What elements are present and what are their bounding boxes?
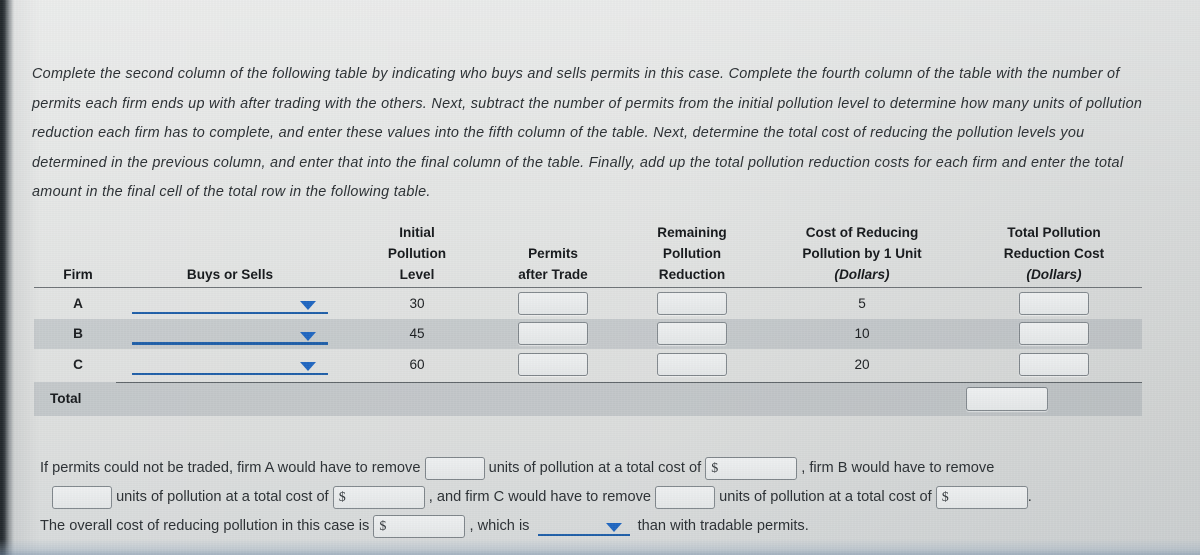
header-firm-label: Firm xyxy=(63,267,93,282)
row-firm-label: B xyxy=(73,326,83,342)
chevron-down-icon xyxy=(300,362,316,372)
chevron-down-icon xyxy=(605,523,622,533)
firm-a-cost-input[interactable]: $ xyxy=(705,456,798,480)
total-reduction-cost-input-c[interactable] xyxy=(1019,352,1089,376)
line2-text-b: , and firm C would have to remove xyxy=(428,489,651,505)
header-permits-after-trade: Permits after Trade xyxy=(518,246,588,282)
row-firm-label: C xyxy=(73,356,83,372)
dropdown-underline xyxy=(132,311,328,315)
remaining-reduction-input-b[interactable] xyxy=(657,322,727,346)
cell-unit-cost: 20 xyxy=(854,356,870,372)
total-row-wrapper: Total xyxy=(34,381,1142,416)
line3-text-b: , which is xyxy=(469,518,530,534)
line2-text-a: units of pollution at a total cost of xyxy=(116,489,329,505)
chevron-down-icon xyxy=(300,331,316,341)
comparison-dropdown[interactable] xyxy=(537,516,630,537)
cell-total-cost xyxy=(966,288,1142,319)
permits-after-trade-input-b[interactable] xyxy=(518,322,588,346)
dollar-sign-icon: $ xyxy=(711,460,719,476)
header-initial-pollution-level: Initial Pollution Level xyxy=(387,225,447,282)
header-cost-of-reducing-by-one-unit: Cost of Reducing Pollution by 1 Unit (Do… xyxy=(802,225,922,282)
buys-or-sells-dropdown-c[interactable] xyxy=(132,353,328,376)
dollar-sign-icon: $ xyxy=(941,489,949,505)
followup-questions: If permits could not be traded, firm A w… xyxy=(40,454,1155,541)
firm-a-units-input[interactable] xyxy=(424,456,485,480)
line1-text-b: units of pollution at a total cost of xyxy=(488,460,702,476)
remaining-reduction-input-c[interactable] xyxy=(657,352,727,376)
remaining-reduction-input-a[interactable] xyxy=(657,291,727,315)
table-row: B 45 10 xyxy=(34,318,1142,350)
buys-or-sells-dropdown-a[interactable] xyxy=(132,292,328,315)
total-reduction-cost-input-a[interactable] xyxy=(1019,291,1089,315)
cell-initial-level: 60 xyxy=(409,356,425,372)
overall-cost-input[interactable]: $ xyxy=(373,514,466,538)
cell-buys-or-sells xyxy=(106,319,354,350)
firm-c-cost-input[interactable]: $ xyxy=(935,485,1028,509)
buys-or-sells-dropdown-b[interactable] xyxy=(132,323,328,345)
line3-text-a: The overall cost of reducing pollution i… xyxy=(40,518,370,534)
cell-grand-total xyxy=(966,386,1142,411)
line2-text-d: . xyxy=(1027,489,1032,505)
cell-initial-level: 45 xyxy=(409,326,425,342)
cell-remaining-reduction xyxy=(626,349,758,380)
cell-permits-after-trade xyxy=(480,288,626,319)
header-total-pollution-reduction-cost: Total Pollution Reduction Cost (Dollars) xyxy=(1003,225,1105,282)
cell-total-cost xyxy=(966,319,1142,350)
dropdown-underline xyxy=(537,533,630,537)
cell-permits-after-trade xyxy=(480,319,626,350)
header-firm: Firm xyxy=(34,264,106,287)
line2-text-c: units of pollution at a total cost of xyxy=(719,489,932,505)
table-header-row: Firm Buys or Sells Initial Pollution Lev… xyxy=(34,216,1142,288)
row-firm-label: A xyxy=(73,295,83,311)
dropdown-underline xyxy=(132,342,328,345)
table-row: A 30 5 xyxy=(34,288,1142,319)
firm-b-units-input[interactable] xyxy=(52,485,112,509)
cell-buys-or-sells xyxy=(106,349,354,380)
permits-after-trade-input-a[interactable] xyxy=(518,291,588,315)
followup-line-1: If permits could not be traded, firm A w… xyxy=(40,454,1155,483)
cell-initial-level: 30 xyxy=(409,295,425,311)
dollar-sign-icon: $ xyxy=(379,518,387,534)
total-row-label: Total xyxy=(50,391,82,406)
table-row: C 60 20 xyxy=(34,349,1142,380)
cell-permits-after-trade xyxy=(480,349,626,380)
cell-total-cost xyxy=(966,349,1142,380)
instructions-paragraph: Complete the second column of the follow… xyxy=(32,66,1143,200)
line1-text-a: If permits could not be traded, firm A w… xyxy=(40,460,421,476)
firm-c-units-input[interactable] xyxy=(655,485,716,509)
header-buys-or-sells: Buys or Sells xyxy=(106,264,354,287)
cell-unit-cost: 5 xyxy=(858,295,866,311)
total-reduction-cost-input-b[interactable] xyxy=(1019,322,1089,346)
grand-total-cost-input[interactable] xyxy=(966,386,1048,411)
followup-line-2: units of pollution at a total cost of $ … xyxy=(52,483,1155,512)
permits-table: Firm Buys or Sells Initial Pollution Lev… xyxy=(34,216,1142,416)
header-buys-or-sells-label: Buys or Sells xyxy=(186,267,274,282)
firm-b-cost-input[interactable]: $ xyxy=(332,485,425,509)
chevron-down-icon xyxy=(300,301,316,311)
line3-text-c: than with tradable permits. xyxy=(637,518,809,534)
permits-after-trade-input-c[interactable] xyxy=(518,352,588,376)
cell-buys-or-sells xyxy=(106,288,354,319)
dropdown-underline xyxy=(132,372,328,376)
dollar-sign-icon: $ xyxy=(338,489,346,505)
cell-remaining-reduction xyxy=(626,319,758,350)
header-remaining-pollution-reduction: Remaining Pollution Reduction xyxy=(657,225,727,282)
cell-remaining-reduction xyxy=(626,288,758,319)
line1-text-c: , firm B would have to remove xyxy=(801,460,995,476)
cell-unit-cost: 10 xyxy=(854,326,870,342)
total-row-divider xyxy=(116,381,1142,383)
followup-line-3: The overall cost of reducing pollution i… xyxy=(40,512,1155,541)
total-row: Total xyxy=(34,381,1142,416)
